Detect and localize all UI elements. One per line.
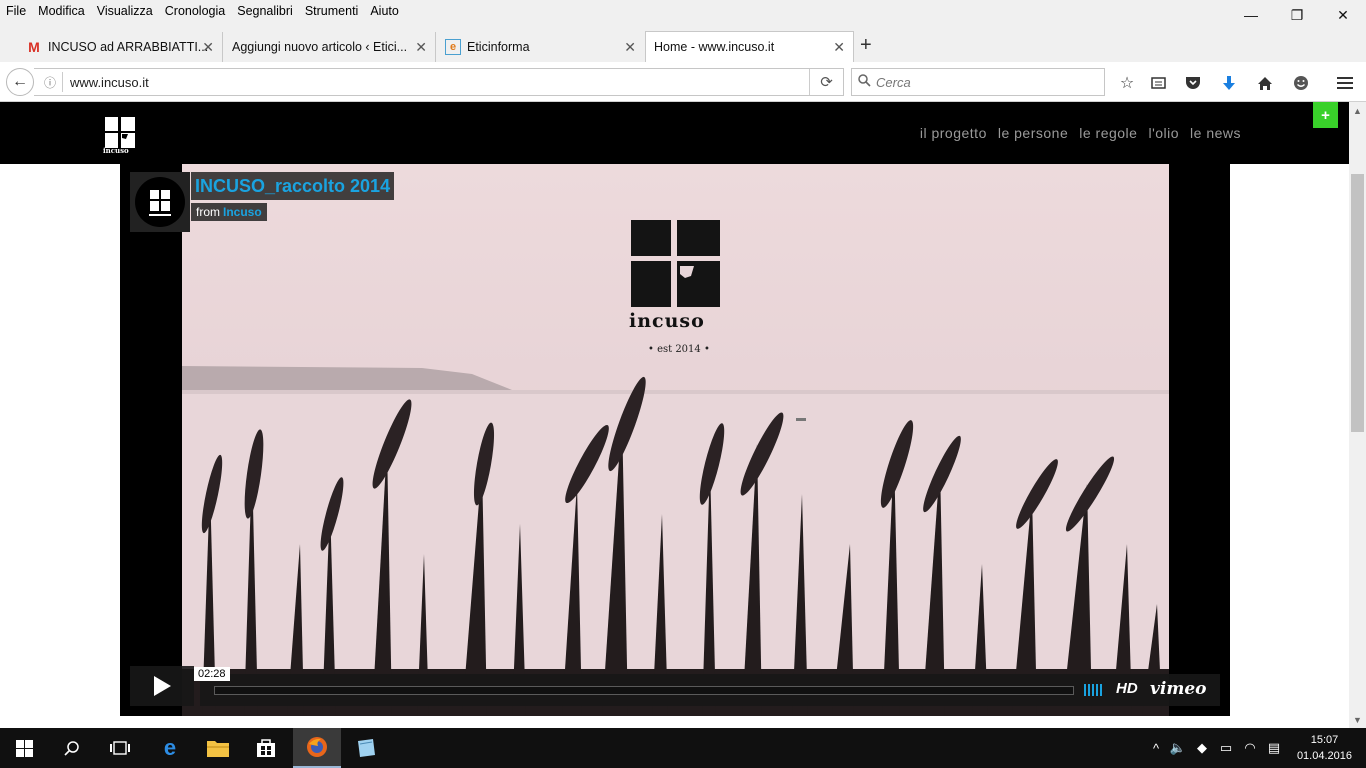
tray-expand-icon[interactable]: ^ [1146,741,1166,756]
battery-icon[interactable]: ▭ [1214,740,1238,756]
green-plus-button[interactable]: + [1313,102,1338,128]
video-controls-bar: HD vimeo [200,674,1220,706]
new-tab-icon[interactable]: + [860,34,872,57]
play-icon [153,676,171,696]
close-tab-icon[interactable]: ✕ [202,39,214,56]
video-est-text: • est 2014 • [648,344,710,355]
video-frame[interactable]: incuso • est 2014 • [182,164,1169,716]
author-avatar[interactable] [130,172,190,232]
close-tab-icon[interactable]: ✕ [624,39,636,56]
page-scrollbar[interactable]: ▲ ▼ [1349,102,1366,728]
divider [62,72,63,92]
menu-cronologia[interactable]: Cronologia [165,4,225,18]
dropbox-icon[interactable]: ◆ [1190,740,1214,756]
page-viewport: incuso il progetto le persone le regole … [0,102,1349,728]
edge-icon[interactable]: e [146,728,194,768]
store-icon[interactable] [242,728,290,768]
tab-wordpress[interactable]: Aggiungi nuovo articolo ‹ Etici... ✕ [224,32,436,62]
nav-le-persone[interactable]: le persone [998,125,1068,141]
menu-strumenti[interactable]: Strumenti [305,4,359,18]
tab-bar: M INCUSO ad ARRABBIATTI... ✕ Aggiungi nu… [0,21,1366,62]
search-input[interactable]: Cerca [851,68,1105,96]
incuso-logo[interactable]: incuso [103,116,136,155]
navigation-toolbar: ⓘ www.incuso.it ⟳ ← Cerca ☆ [0,62,1366,102]
eticinforma-icon: e [445,39,461,55]
tab-home-incuso[interactable]: Home - www.incuso.it ✕ [645,31,854,62]
taskbar: e ^ 🔈 ◆ ▭ ◠ ▤ 15:07 01.04.2016 [0,728,1366,768]
nav-l-olio[interactable]: l'olio [1148,125,1179,141]
menu-aiuto[interactable]: Aiuto [370,4,399,18]
site-info-icon[interactable]: ⓘ [38,74,62,91]
download-icon[interactable] [1218,72,1240,94]
logo-text: incuso [103,146,129,155]
video-byline: from Incuso [191,203,267,221]
wifi-icon[interactable]: ◠ [1238,740,1262,756]
nav-il-progetto[interactable]: il progetto [920,125,987,141]
windows-start-icon[interactable] [0,728,48,768]
gmail-icon: M [28,39,40,55]
site-header: incuso il progetto le persone le regole … [0,102,1349,164]
tab-gmail[interactable]: M INCUSO ad ARRABBIATTI... ✕ [18,32,223,62]
tab-title: Eticinforma [467,40,530,54]
progress-track[interactable] [214,686,1074,695]
menu-segnalibri[interactable]: Segnalibri [237,4,293,18]
play-button[interactable] [130,666,194,706]
scroll-up-icon[interactable]: ▲ [1349,102,1366,119]
clock-time: 15:07 [1310,734,1339,746]
system-tray: ^ 🔈 ◆ ▭ ◠ ▤ [1146,728,1286,768]
nav-le-news[interactable]: le news [1190,125,1241,141]
reading-list-icon[interactable] [1147,72,1169,94]
menu-bar: File Modifica Visualizza Cronologia Segn… [0,0,1366,21]
notes-app-icon[interactable] [342,728,390,768]
firefox-icon[interactable] [293,728,341,768]
clock-date: 01.04.2016 [1296,750,1352,762]
from-label: from [196,205,220,219]
hd-toggle[interactable]: HD [1116,680,1138,697]
avatar [135,177,185,227]
volume-icon[interactable] [1084,684,1102,696]
back-arrow-icon: ← [12,73,28,90]
search-icon [852,74,876,90]
url-bar[interactable]: ⓘ www.incuso.it ⟳ [34,68,844,96]
clock[interactable]: 15:07 01.04.2016 [1297,732,1352,764]
scroll-thumb[interactable] [1351,174,1364,432]
video-time: 02:28 [194,667,230,681]
hamburger-menu-icon[interactable] [1334,72,1356,94]
tab-title: Aggiungi nuovo articolo ‹ Etici... [232,40,408,54]
bookmark-star-icon[interactable]: ☆ [1116,72,1138,94]
nav-le-regole[interactable]: le regole [1079,125,1137,141]
close-tab-icon[interactable]: ✕ [833,39,845,56]
back-button[interactable]: ← [6,68,34,96]
search-icon[interactable] [48,728,96,768]
volume-icon[interactable]: 🔈 [1166,740,1190,756]
tab-title: INCUSO ad ARRABBIATTI... [48,40,209,54]
author-link[interactable]: Incuso [223,205,262,219]
notifications-icon[interactable]: ▤ [1262,740,1286,756]
task-view-icon[interactable] [96,728,144,768]
menu-modifica[interactable]: Modifica [38,4,85,18]
hello-smiley-icon[interactable] [1290,72,1312,94]
reload-icon[interactable]: ⟳ [809,69,843,95]
vimeo-player[interactable]: incuso • est 2014 • INCUSO_raccolto 2014… [120,164,1230,716]
video-scene [182,164,1169,716]
pocket-icon[interactable] [1182,72,1204,94]
site-nav: il progetto le persone le regole l'olio … [920,125,1241,141]
search-placeholder: Cerca [876,74,911,90]
home-icon[interactable] [1254,72,1276,94]
video-title[interactable]: INCUSO_raccolto 2014 [191,172,395,200]
menu-visualizza[interactable]: Visualizza [97,4,153,18]
scroll-down-icon[interactable]: ▼ [1349,711,1366,728]
file-explorer-icon[interactable] [194,728,242,768]
menu-file[interactable]: File [6,4,26,18]
close-tab-icon[interactable]: ✕ [415,39,427,56]
video-logo-text: incuso [629,310,705,332]
vimeo-logo[interactable]: vimeo [1150,679,1206,699]
tab-title: Home - www.incuso.it [654,40,775,54]
url-text[interactable]: www.incuso.it [70,75,149,90]
tab-eticinforma[interactable]: e Eticinforma ✕ [437,32,644,62]
